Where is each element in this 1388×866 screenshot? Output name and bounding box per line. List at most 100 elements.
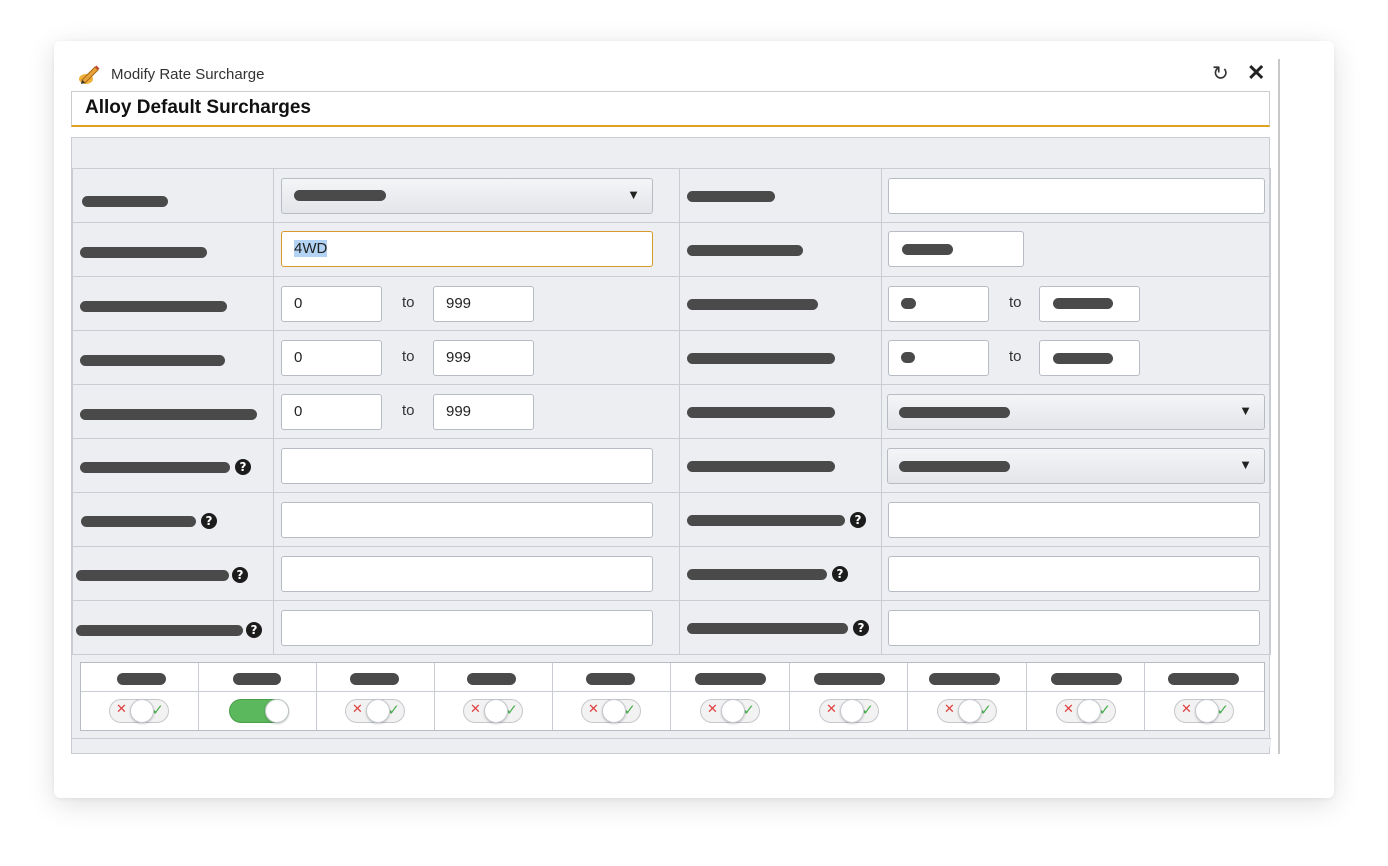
redacted-label bbox=[687, 353, 835, 364]
toggle-switch[interactable]: ✕ ✓ bbox=[1056, 699, 1116, 723]
modify-rate-surcharge-window: Modify Rate Surcharge ↻ ✕ Alloy Default … bbox=[71, 59, 1280, 754]
redacted-header-label bbox=[929, 673, 1000, 685]
range-to-label: to bbox=[402, 402, 415, 419]
option-select[interactable]: ▼ bbox=[887, 394, 1265, 430]
toggle-switch[interactable]: ✕ ✓ bbox=[581, 699, 641, 723]
toggle-switch[interactable]: ✕ ✓ bbox=[1174, 699, 1234, 723]
redacted-header-label bbox=[1168, 673, 1239, 685]
range-cell: 0 to 999 bbox=[273, 276, 680, 331]
toggle-knob bbox=[130, 699, 154, 723]
redacted-value bbox=[901, 298, 916, 309]
redacted-header-label bbox=[117, 673, 166, 685]
redacted-header-label bbox=[467, 673, 516, 685]
toggle-knob bbox=[840, 699, 864, 723]
range-to-label: to bbox=[402, 294, 415, 311]
toggle-column bbox=[199, 663, 317, 730]
label-cell bbox=[679, 222, 882, 277]
text-field[interactable] bbox=[281, 556, 653, 592]
help-icon[interactable]: ? bbox=[850, 512, 866, 528]
field-cell bbox=[881, 546, 1271, 601]
redacted-label bbox=[80, 462, 230, 473]
toggle-switch[interactable]: ✕ ✓ bbox=[109, 699, 169, 723]
code-input[interactable]: 4WD bbox=[281, 231, 653, 267]
field-cell bbox=[881, 600, 1271, 655]
label-cell bbox=[679, 438, 882, 493]
label-cell bbox=[72, 276, 274, 331]
field-cell bbox=[881, 168, 1271, 223]
x-icon: ✕ bbox=[1063, 702, 1074, 717]
toggle-column: ✕ ✓ bbox=[671, 663, 790, 730]
toggle-switch[interactable]: ✕ ✓ bbox=[463, 699, 523, 723]
field-cell bbox=[881, 492, 1271, 547]
toggle-switch[interactable]: ✕ ✓ bbox=[819, 699, 879, 723]
close-icon[interactable]: ✕ bbox=[1247, 62, 1265, 84]
help-icon[interactable]: ? bbox=[232, 567, 248, 583]
column-header bbox=[1027, 663, 1144, 692]
range-to-input[interactable]: 999 bbox=[433, 286, 534, 322]
redacted-header-label bbox=[350, 673, 399, 685]
redacted-value bbox=[902, 244, 953, 255]
range-from-input[interactable] bbox=[888, 340, 989, 376]
text-field[interactable] bbox=[281, 610, 653, 646]
toggle-knob bbox=[366, 699, 390, 723]
field-cell: ▼ bbox=[881, 438, 1271, 493]
range-from-input[interactable] bbox=[888, 286, 989, 322]
short-text-field[interactable] bbox=[888, 231, 1024, 267]
pencil-edit-icon bbox=[77, 64, 101, 91]
field-cell bbox=[273, 438, 680, 493]
label-cell bbox=[72, 330, 274, 385]
field-cell: 4WD bbox=[273, 222, 680, 277]
help-icon[interactable]: ? bbox=[832, 566, 848, 582]
toggle-column: ✕ ✓ bbox=[908, 663, 1027, 730]
toggle-knob bbox=[721, 699, 745, 723]
label-cell bbox=[72, 168, 274, 223]
column-header bbox=[81, 663, 198, 692]
label-cell: ? bbox=[72, 600, 274, 655]
toggle-column: ✕ ✓ bbox=[81, 663, 199, 730]
text-field[interactable] bbox=[281, 502, 653, 538]
x-icon: ✕ bbox=[944, 702, 955, 717]
text-field[interactable] bbox=[888, 502, 1260, 538]
redacted-label bbox=[687, 407, 835, 418]
label-cell: ? bbox=[679, 546, 882, 601]
text-field[interactable] bbox=[281, 448, 653, 484]
range-to-input[interactable]: 999 bbox=[433, 394, 534, 430]
column-header bbox=[671, 663, 789, 692]
range-to-input[interactable] bbox=[1039, 286, 1140, 322]
range-from-input[interactable]: 0 bbox=[281, 286, 382, 322]
range-from-input[interactable]: 0 bbox=[281, 394, 382, 430]
redacted-label bbox=[687, 461, 835, 472]
x-icon: ✕ bbox=[588, 702, 599, 717]
help-icon[interactable]: ? bbox=[246, 622, 262, 638]
text-field[interactable] bbox=[888, 178, 1265, 214]
window-title: Modify Rate Surcharge bbox=[111, 66, 265, 83]
help-icon[interactable]: ? bbox=[201, 513, 217, 529]
range-to-input[interactable] bbox=[1039, 340, 1140, 376]
redacted-header-label bbox=[1051, 673, 1122, 685]
toggle-knob bbox=[602, 699, 626, 723]
label-cell bbox=[679, 384, 882, 439]
toggle-switch[interactable]: ✕ ✓ bbox=[700, 699, 760, 723]
redacted-label bbox=[81, 516, 196, 527]
option-select[interactable]: ▼ bbox=[887, 448, 1265, 484]
help-icon[interactable]: ? bbox=[235, 459, 251, 475]
help-icon[interactable]: ? bbox=[853, 620, 869, 636]
type-select[interactable]: ▼ bbox=[281, 178, 653, 214]
toggle-switch[interactable]: ✕ ✓ bbox=[937, 699, 997, 723]
x-icon: ✕ bbox=[352, 702, 363, 717]
x-icon: ✕ bbox=[1181, 702, 1192, 717]
redacted-selected-value bbox=[899, 461, 1010, 472]
redacted-header-label bbox=[814, 673, 885, 685]
field-cell bbox=[273, 600, 680, 655]
toggle-switch[interactable]: ✕ ✓ bbox=[345, 699, 405, 723]
text-field[interactable] bbox=[888, 556, 1260, 592]
x-icon: ✕ bbox=[116, 702, 127, 717]
toggle-switch[interactable] bbox=[229, 699, 289, 723]
redacted-selected-value bbox=[294, 190, 386, 201]
redacted-label bbox=[82, 196, 168, 207]
refresh-icon[interactable]: ↻ bbox=[1212, 63, 1229, 85]
text-field[interactable] bbox=[888, 610, 1260, 646]
range-to-input[interactable]: 999 bbox=[433, 340, 534, 376]
redacted-label bbox=[687, 569, 827, 580]
range-from-input[interactable]: 0 bbox=[281, 340, 382, 376]
